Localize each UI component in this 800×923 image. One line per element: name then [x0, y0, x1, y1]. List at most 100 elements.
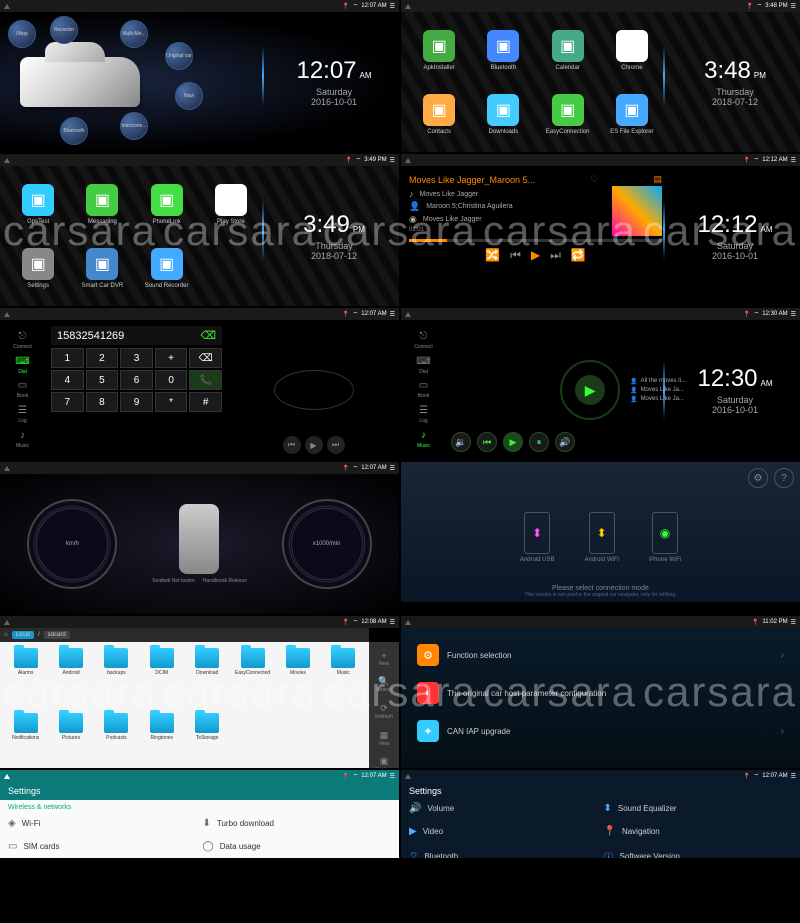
setting-SIM cards[interactable]: ▭SIM cards: [8, 838, 197, 855]
play-btn[interactable]: ▶: [305, 436, 323, 454]
dial-key-#[interactable]: #: [189, 392, 222, 412]
folder-Podcasts[interactable]: Podcasts: [95, 713, 138, 768]
folder-backups[interactable]: backups: [95, 648, 138, 711]
bubble-interconn[interactable]: Interconn...: [120, 112, 148, 140]
dial-key-6[interactable]: 6: [120, 370, 153, 390]
progress-bar[interactable]: [409, 239, 662, 242]
bubble-original[interactable]: Original car: [165, 42, 193, 70]
next-icon[interactable]: ⏭: [550, 248, 561, 263]
func-item[interactable]: ✦CAN IAP upgrade›: [409, 712, 792, 750]
side-View[interactable]: ▦View: [379, 730, 390, 747]
phone-tab-Music[interactable]: ♪Music: [0, 430, 45, 449]
play-icon[interactable]: ▶: [531, 248, 540, 263]
phone-tab-Connect[interactable]: ⎋Connect: [0, 331, 45, 350]
phone-tab-Book[interactable]: ▭Book: [0, 380, 45, 399]
prev-btn[interactable]: ⏮: [283, 436, 301, 454]
bubble-bt[interactable]: Bluetooth: [60, 117, 88, 145]
side-New[interactable]: +New: [379, 651, 389, 667]
dial-key-*[interactable]: *: [155, 392, 188, 412]
setting-Wi-Fi[interactable]: ◈Wi-Fi: [8, 815, 197, 832]
folder-DCIM[interactable]: DCIM: [140, 648, 183, 711]
heart-icon[interactable]: ♡: [590, 174, 598, 185]
dial-key-3[interactable]: 3: [120, 348, 153, 368]
setting-Bluetooth[interactable]: ⌔Bluetooth: [409, 846, 598, 858]
prev-icon[interactable]: ⏮: [510, 248, 521, 263]
settings-icon[interactable]: ⚙: [748, 468, 768, 488]
shuffle-icon[interactable]: 🔀: [485, 248, 500, 263]
folder-EasyConnected[interactable]: EasyConnected: [231, 648, 274, 711]
folder-Pictures[interactable]: Pictures: [49, 713, 92, 768]
folder-Movies[interactable]: Movies: [276, 648, 319, 711]
app-ES File Explorer[interactable]: ▣ES File Explorer: [602, 84, 662, 144]
app-Bluetooth[interactable]: ▣Bluetooth: [473, 20, 533, 80]
dial-key-5[interactable]: 5: [86, 370, 119, 390]
side-Refresh[interactable]: ⟳Refresh: [375, 703, 393, 720]
app-Chrome[interactable]: ▣Chrome: [602, 20, 662, 80]
app-Contacts[interactable]: ▣Contacts: [409, 84, 469, 144]
bubble-iiapp[interactable]: IIApp: [8, 20, 36, 48]
dial-key-+[interactable]: +: [155, 348, 188, 368]
conn-device-Android USB[interactable]: ⬍Android USB: [520, 512, 555, 563]
bubble-recorder[interactable]: Recorder: [50, 16, 78, 44]
dial-key-7[interactable]: 7: [51, 392, 84, 412]
setting-Video[interactable]: ▶Video: [409, 823, 598, 840]
app-ApkInstaller[interactable]: ▣ApkInstaller: [409, 20, 469, 80]
menu-icon[interactable]: ▤: [653, 174, 662, 185]
home-icon[interactable]: ⌂: [4, 632, 8, 638]
setting-Data usage[interactable]: ◯Data usage: [203, 838, 392, 855]
app-EasyConnection[interactable]: ▣EasyConnection: [538, 84, 598, 144]
app-Calendar[interactable]: ▣Calendar: [538, 20, 598, 80]
bubble-navi[interactable]: Navi: [175, 82, 203, 110]
app-GpsTest[interactable]: ▣GpsTest: [8, 174, 68, 234]
func-item[interactable]: ◐The original car host parameter configu…: [409, 674, 792, 712]
folder-Ringtones[interactable]: Ringtones: [140, 713, 183, 768]
app-Downloads[interactable]: ▣Downloads: [473, 84, 533, 144]
next-btn[interactable]: ⏭: [327, 436, 345, 454]
func-item[interactable]: ⚙Function selection›: [409, 636, 792, 674]
dial-key-⌫[interactable]: ⌫: [189, 348, 222, 368]
app-Settings[interactable]: ▣Settings: [8, 238, 68, 298]
dial-key-📞[interactable]: 📞: [189, 370, 222, 390]
breadcrumb[interactable]: ⌂Local/sdcard: [0, 628, 369, 642]
folder-Android[interactable]: Android: [49, 648, 92, 711]
setting-Volume[interactable]: 🔊Volume: [409, 800, 598, 817]
phone-tab-Dial[interactable]: ⌨Dial: [0, 356, 45, 375]
menu-icon[interactable]: ☰: [390, 3, 395, 10]
play-icon[interactable]: ▶: [503, 432, 523, 452]
help-icon[interactable]: ?: [774, 468, 794, 488]
dial-key-8[interactable]: 8: [86, 392, 119, 412]
play-circle[interactable]: ▶: [560, 360, 620, 420]
phone-tab-Log[interactable]: ☰Log: [0, 405, 45, 424]
folder-Download[interactable]: Download: [186, 648, 229, 711]
phone-tab-Book[interactable]: ▭Book: [401, 380, 446, 399]
conn-device-Android WiFi[interactable]: ⬍Android WiFi: [585, 512, 619, 563]
folder-Notifications[interactable]: Notifications: [4, 713, 47, 768]
setting-Sound Equalizer[interactable]: ⬍Sound Equalizer: [604, 800, 793, 817]
app-Sound Recorder[interactable]: ▣Sound Recorder: [137, 238, 197, 298]
setting-Software Version[interactable]: ⓘSoftware Version: [604, 846, 793, 858]
repeat-icon[interactable]: 🔁: [571, 248, 586, 263]
folder-TsStorage[interactable]: TsStorage: [186, 713, 229, 768]
app-Smart Car DVR[interactable]: ▣Smart Car DVR: [72, 238, 132, 298]
phone-tab-Music[interactable]: ♪Music: [401, 430, 446, 449]
vol-up-icon[interactable]: 🔊: [555, 432, 575, 452]
dial-key-0[interactable]: 0: [155, 370, 188, 390]
setting-Navigation[interactable]: 📍Navigation: [604, 823, 793, 840]
dial-key-4[interactable]: 4: [51, 370, 84, 390]
folder-Music[interactable]: Music: [322, 648, 365, 711]
conn-device-iPhone WiFi[interactable]: ◉iPhone WiFi: [649, 512, 681, 563]
phone-tab-Log[interactable]: ☰Log: [401, 405, 446, 424]
side-Windows[interactable]: ▣Windows: [374, 756, 394, 768]
app-Messaging[interactable]: ▣Messaging: [72, 174, 132, 234]
setting-Turbo download[interactable]: ⬇Turbo download: [203, 815, 392, 832]
pause-icon[interactable]: ⏸: [529, 432, 549, 452]
vol-down-icon[interactable]: 🔉: [451, 432, 471, 452]
app-PhoneLink[interactable]: ▣PhoneLink: [137, 174, 197, 234]
dial-key-1[interactable]: 1: [51, 348, 84, 368]
side-Search[interactable]: 🔍Search: [376, 676, 392, 693]
folder-Alarms[interactable]: Alarms: [4, 648, 47, 711]
app-Play Store[interactable]: ▣Play Store: [201, 174, 261, 234]
backspace-icon[interactable]: ⌫: [200, 329, 216, 342]
bubble-multime[interactable]: Multi-Me...: [120, 20, 148, 48]
prev-icon[interactable]: ⏮: [477, 432, 497, 452]
